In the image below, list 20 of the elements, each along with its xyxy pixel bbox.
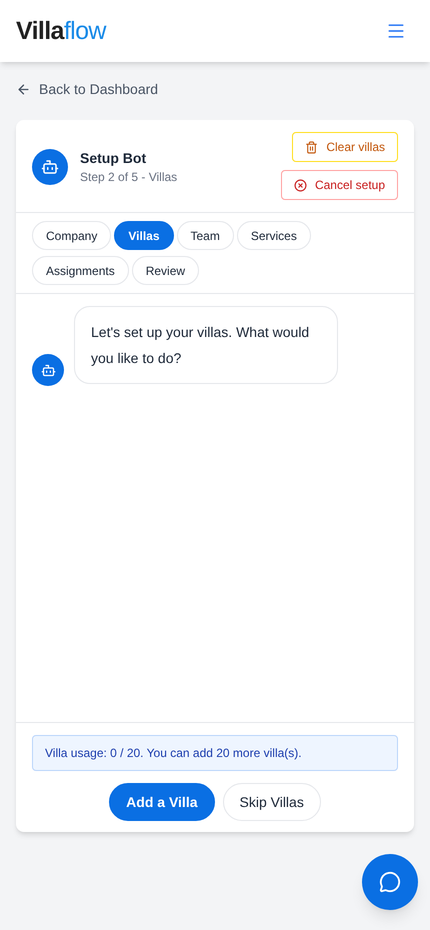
bot-avatar	[32, 148, 68, 184]
action-button[interactable]: Clear villas	[292, 132, 398, 162]
step-tab[interactable]: Services	[236, 221, 311, 250]
action-button[interactable]: Cancel setup	[280, 170, 398, 200]
step-tab[interactable]: Assignments	[32, 256, 129, 285]
action-button[interactable]: Add a Villa	[109, 783, 214, 821]
bot-title: Setup Bot	[80, 149, 148, 168]
step-tab[interactable]: Villas	[114, 221, 174, 250]
step-tab[interactable]: Company	[32, 221, 112, 250]
step-label: Step 2 of 5 - Villas	[80, 169, 178, 185]
back-link[interactable]: Back to Dashboard	[0, 79, 174, 100]
step-tab[interactable]: Team	[176, 221, 234, 250]
usage-notice: Villa usage: 0 / 20. You can add 20 more villa(s).	[32, 735, 398, 771]
x-circle-icon	[294, 178, 307, 192]
step-tab[interactable]: Review	[132, 256, 200, 285]
action-button[interactable]: Skip Villas	[222, 783, 321, 821]
trash-icon	[305, 140, 318, 154]
bot-avatar	[32, 354, 64, 386]
logo[interactable]: Villaflow	[16, 18, 106, 44]
chat-bubble: Let's set up your villas. What would you like to do?	[74, 306, 338, 384]
